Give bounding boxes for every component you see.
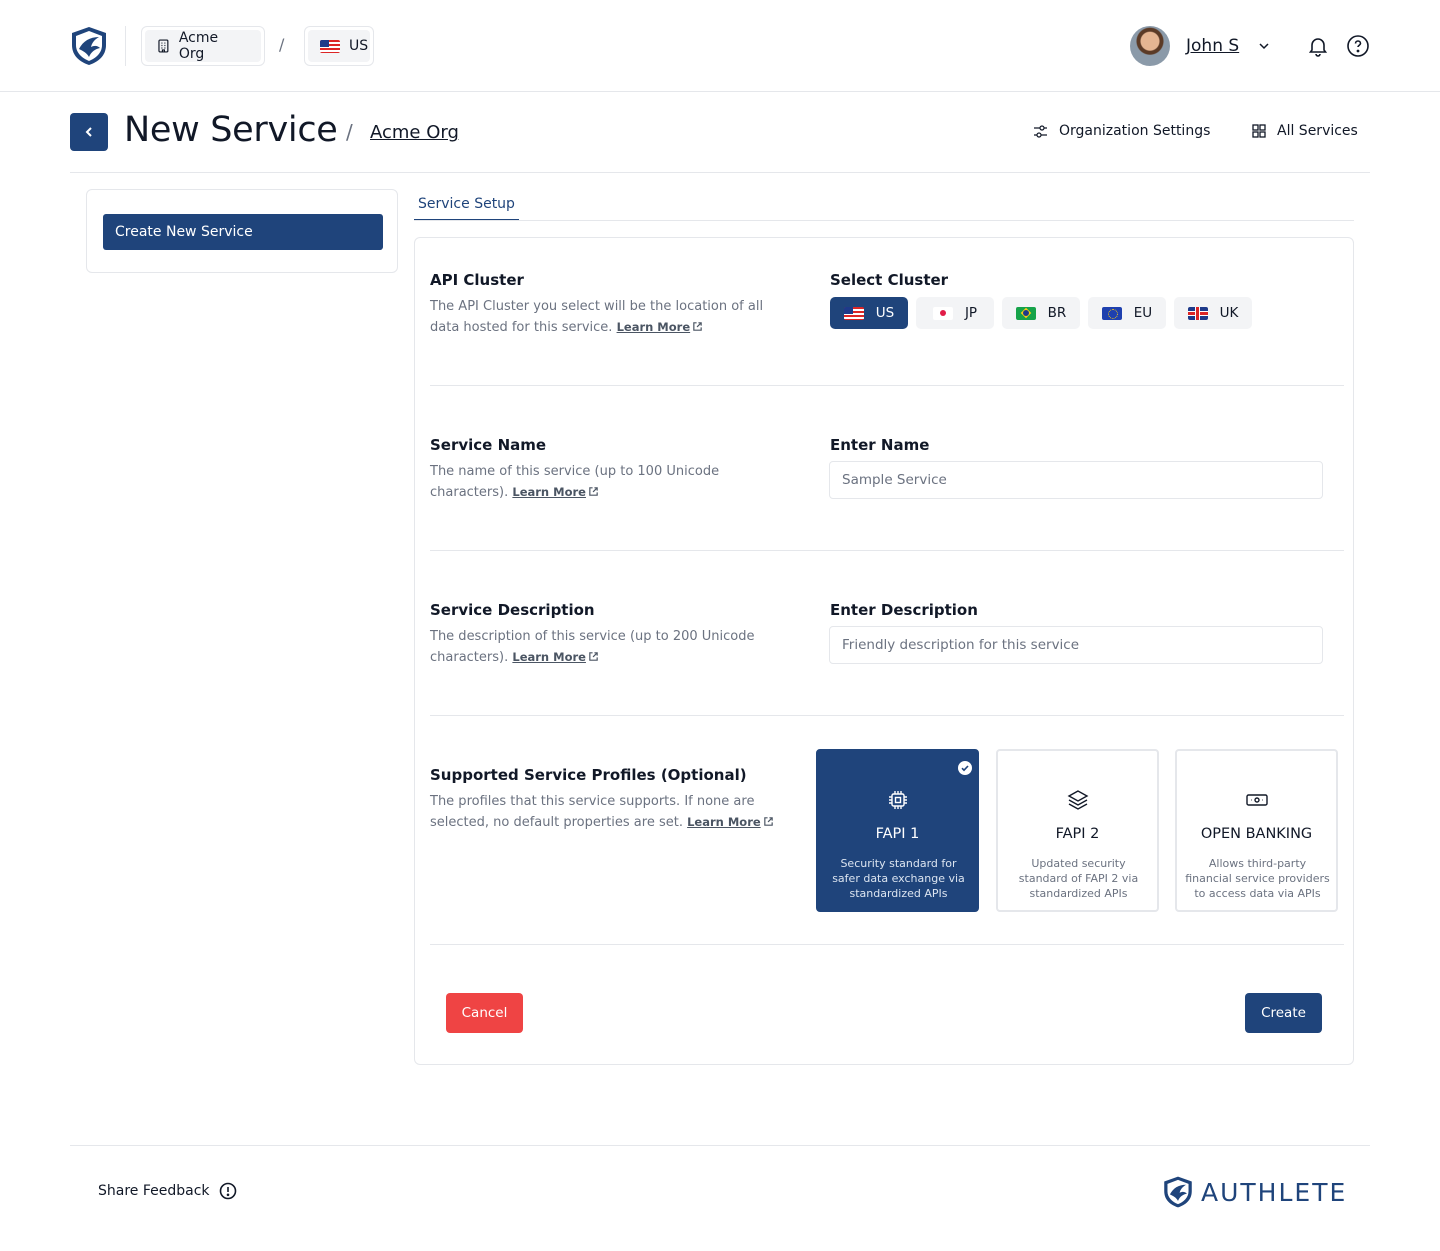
avatar[interactable] [1130, 26, 1170, 66]
eu-flag-icon [1101, 306, 1122, 320]
uk-flag-icon [1187, 306, 1208, 320]
cluster-label: US [875, 305, 895, 321]
external-link-icon[interactable] [763, 816, 774, 827]
sidebar: Create New Service [86, 189, 398, 273]
layers-icon [1067, 790, 1089, 810]
chevron-left-icon [85, 127, 92, 137]
building-icon [158, 39, 169, 53]
tab-service-setup[interactable]: Service Setup [414, 190, 519, 221]
jp-flag-icon [932, 306, 953, 320]
api-cluster-title: API Cluster [430, 271, 524, 289]
org-chip-label: Acme Org [178, 30, 219, 62]
us-flag-icon [843, 306, 864, 320]
org-selector[interactable]: Acme Org [141, 26, 265, 66]
help-icon[interactable] [1346, 34, 1370, 58]
cluster-uk-button[interactable]: UK [1174, 297, 1252, 329]
cluster-label: UK [1219, 305, 1239, 321]
section-divider [430, 550, 1344, 551]
section-divider [430, 385, 1344, 386]
title-org-link[interactable]: Acme Org [370, 122, 459, 143]
external-link-icon[interactable] [588, 651, 599, 662]
top-bar: Acme Org / US John S [0, 0, 1440, 92]
service-name-description: The name of this service (up to 100 Unic… [430, 464, 720, 500]
cluster-selector: US JP BR EU UK [830, 297, 1252, 329]
check-circle-icon [958, 761, 972, 775]
brand-name: AUTHLETE [1201, 1177, 1348, 1207]
cluster-br-button[interactable]: BR [1002, 297, 1080, 329]
chip-icon [889, 791, 907, 809]
profiles-title: Supported Service Profiles (Optional) [430, 766, 747, 784]
grid-icon [1252, 124, 1266, 138]
authlete-logo-icon [1164, 1176, 1192, 1208]
service-description-input[interactable] [829, 626, 1323, 664]
profile-description: Allows third-party financial service pro… [1185, 857, 1330, 900]
region-selector[interactable]: US [304, 26, 374, 66]
external-link-icon[interactable] [692, 321, 703, 332]
service-description-description: The description of this service (up to 2… [430, 629, 755, 665]
back-button[interactable] [70, 113, 108, 151]
profile-card-open-banking[interactable]: OPEN BANKING Allows third-party financia… [1175, 749, 1338, 912]
service-form: API Cluster The API Cluster you select w… [414, 237, 1354, 1065]
profile-name: FAPI 2 [1055, 826, 1100, 842]
learn-more-link[interactable]: Learn More [617, 320, 691, 334]
all-services-link[interactable]: All Services [1252, 123, 1358, 139]
service-name-title: Service Name [430, 436, 547, 454]
external-link-icon[interactable] [588, 486, 599, 497]
sidebar-item-label: Create New Service [115, 224, 253, 240]
breadcrumb-separator: / [279, 35, 285, 54]
title-bar: New Service / Acme Org Organization Sett… [70, 92, 1370, 173]
cluster-label: EU [1133, 305, 1153, 321]
authlete-logo-icon[interactable] [68, 25, 110, 67]
region-chip-label: US [349, 38, 369, 54]
header-divider [125, 26, 126, 66]
banknote-icon [1246, 794, 1268, 806]
cluster-eu-button[interactable]: EU [1088, 297, 1166, 329]
cluster-label: JP [964, 305, 978, 321]
profile-description: Updated security standard of FAPI 2 via … [1018, 857, 1139, 900]
tab-underline [414, 220, 1354, 221]
sliders-icon [1034, 124, 1047, 138]
cluster-jp-button[interactable]: JP [916, 297, 994, 329]
sidebar-item-create-new-service[interactable]: Create New Service [103, 214, 383, 250]
cluster-label: BR [1047, 305, 1067, 321]
user-menu[interactable]: John S [1130, 26, 1271, 66]
user-name[interactable]: John S [1186, 36, 1239, 56]
cancel-button[interactable]: Cancel [446, 993, 523, 1033]
share-feedback-label: Share Feedback [98, 1183, 210, 1199]
bell-icon[interactable] [1306, 34, 1330, 58]
section-divider [430, 715, 1344, 716]
profile-name: FAPI 1 [875, 826, 920, 842]
profile-card-fapi-2[interactable]: FAPI 2 Updated security standard of FAPI… [996, 749, 1159, 912]
api-cluster-description: The API Cluster you select will be the l… [430, 299, 764, 335]
service-name-input[interactable] [829, 461, 1323, 499]
chevron-down-icon[interactable] [1257, 39, 1271, 53]
profile-card-fapi-1[interactable]: FAPI 1 Security standard for safer data … [816, 749, 979, 912]
alert-circle-icon [219, 1182, 236, 1200]
create-button[interactable]: Create [1245, 993, 1322, 1033]
footer-brand: AUTHLETE [1161, 1175, 1347, 1209]
organization-settings-link[interactable]: Organization Settings [1033, 123, 1210, 139]
cluster-us-button[interactable]: US [830, 297, 908, 329]
tab-label: Service Setup [418, 196, 515, 212]
profile-name: OPEN BANKING [1200, 826, 1313, 842]
us-flag-icon [320, 39, 340, 53]
learn-more-link[interactable]: Learn More [687, 815, 761, 829]
learn-more-link[interactable]: Learn More [512, 485, 586, 499]
all-services-label: All Services [1277, 123, 1358, 139]
enter-description-title: Enter Description [830, 601, 978, 619]
select-cluster-title: Select Cluster [830, 271, 949, 289]
br-flag-icon [1015, 306, 1036, 320]
service-description-title: Service Description [430, 601, 595, 619]
organization-settings-label: Organization Settings [1059, 123, 1211, 139]
section-divider [430, 944, 1344, 945]
profile-description: Security standard for safer data exchang… [832, 857, 965, 900]
title-separator: / [346, 120, 353, 144]
learn-more-link[interactable]: Learn More [512, 650, 586, 664]
profiles-description: The profiles that this service supports.… [430, 792, 790, 833]
page-title: New Service [124, 110, 338, 150]
share-feedback-link[interactable]: Share Feedback [98, 1182, 237, 1200]
enter-name-title: Enter Name [830, 436, 930, 454]
footer-divider [70, 1145, 1370, 1146]
